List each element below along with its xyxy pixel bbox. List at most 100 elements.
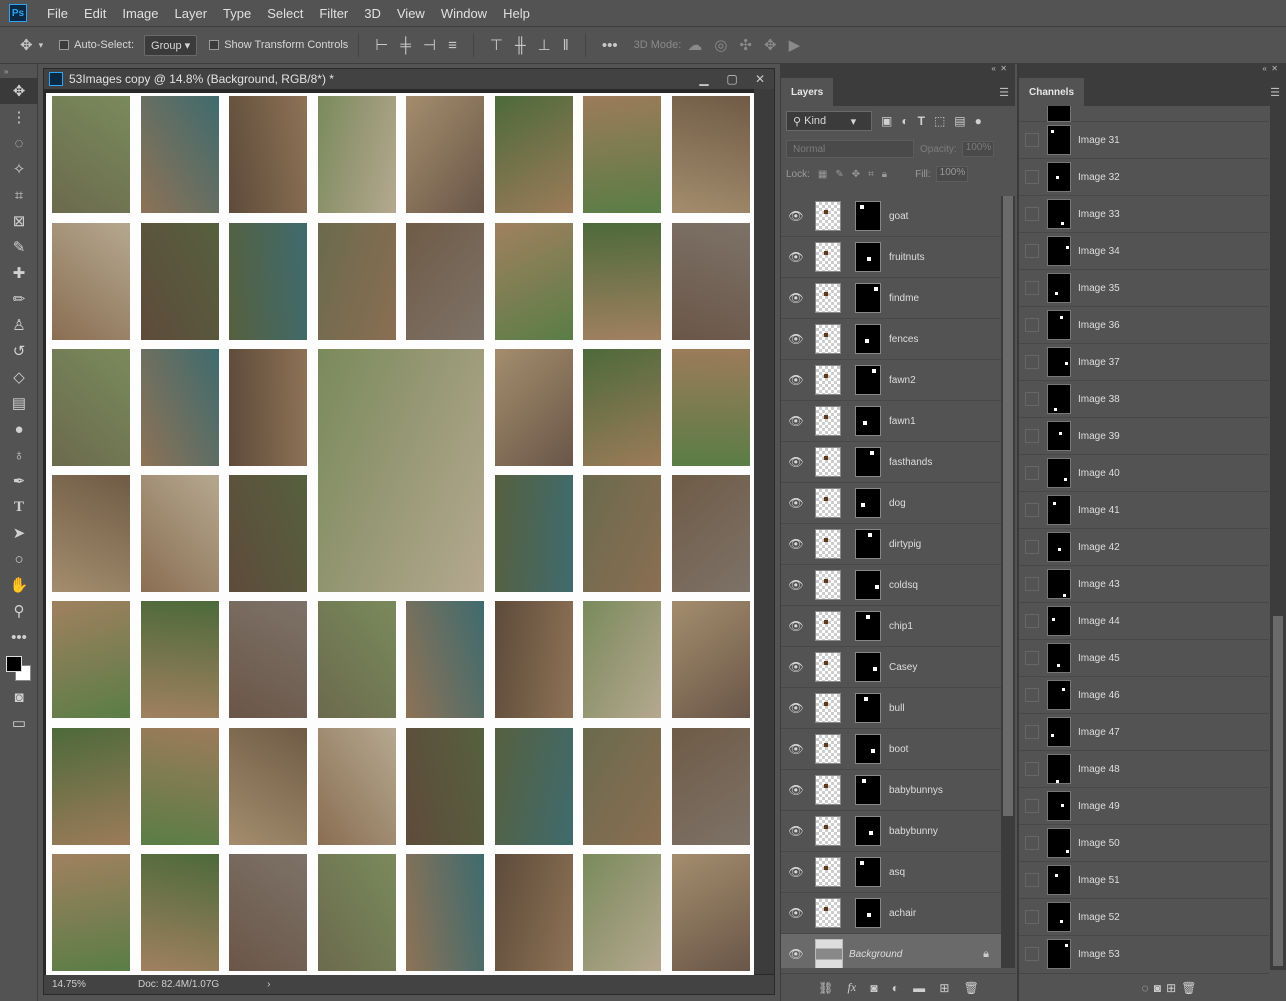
- layer-name[interactable]: babybunnys: [889, 785, 943, 796]
- crop-tool-icon[interactable]: ⌗: [0, 182, 38, 208]
- filter-toggle-icon[interactable]: ●: [975, 114, 982, 128]
- pen-tool-icon[interactable]: ✒: [0, 468, 38, 494]
- eye-icon[interactable]: 👁︎: [781, 496, 811, 510]
- channel-name[interactable]: Image 43: [1078, 579, 1120, 590]
- eye-icon[interactable]: 👁︎: [781, 619, 811, 633]
- visibility-toggle[interactable]: [1025, 170, 1039, 184]
- roll-3d-icon[interactable]: ◎: [714, 36, 727, 54]
- layer-row[interactable]: 👁︎ dirtypig: [781, 524, 1001, 565]
- layer-row[interactable]: 👁︎ dog: [781, 483, 1001, 524]
- history-brush-tool-icon[interactable]: ↺: [0, 338, 38, 364]
- lasso-tool-icon[interactable]: ◌: [0, 130, 38, 156]
- eye-icon[interactable]: 👁︎: [781, 824, 811, 838]
- align-bottom-icon[interactable]: ⊥: [538, 36, 551, 54]
- layer-mask-thumbnail[interactable]: [855, 611, 881, 641]
- path-selection-tool-icon[interactable]: ➤: [0, 520, 38, 546]
- menu-edit[interactable]: Edit: [76, 6, 114, 21]
- layer-row[interactable]: 👁︎ findme: [781, 278, 1001, 319]
- layer-mask-thumbnail[interactable]: [855, 283, 881, 313]
- tab-layers[interactable]: Layers: [781, 78, 834, 106]
- shape-filter-icon[interactable]: ⬚: [934, 114, 945, 128]
- channel-row[interactable]: Image 49: [1019, 788, 1269, 825]
- channel-row[interactable]: Image 35: [1019, 270, 1269, 307]
- move-tool-icon[interactable]: ✥: [20, 36, 33, 54]
- visibility-toggle[interactable]: [1025, 392, 1039, 406]
- lock-pixels-icon[interactable]: ✎: [835, 169, 843, 180]
- channel-row[interactable]: Image 42: [1019, 529, 1269, 566]
- chevron-down-icon[interactable]: ▾: [39, 40, 44, 51]
- menu-help[interactable]: Help: [495, 6, 538, 21]
- layer-name[interactable]: boot: [889, 744, 908, 755]
- eye-icon[interactable]: 👁︎: [781, 701, 811, 715]
- channel-name[interactable]: Image 40: [1078, 468, 1120, 479]
- layer-name[interactable]: Background: [849, 949, 902, 960]
- kind-filter-dropdown[interactable]: ⚲ Kind ▾: [786, 111, 872, 131]
- visibility-toggle[interactable]: [1025, 688, 1039, 702]
- edit-toolbar-icon[interactable]: •••: [0, 624, 38, 650]
- menu-window[interactable]: Window: [433, 6, 495, 21]
- channel-name[interactable]: Image 38: [1078, 394, 1120, 405]
- trash-icon[interactable]: 🗑︎: [1181, 981, 1196, 995]
- layer-mask-thumbnail[interactable]: [855, 447, 881, 477]
- layer-mask-thumbnail[interactable]: [855, 898, 881, 928]
- orbit-3d-icon[interactable]: ☁: [687, 36, 702, 54]
- minimize-icon[interactable]: ▁: [690, 72, 718, 86]
- channel-row[interactable]: Image 43: [1019, 566, 1269, 603]
- menu-image[interactable]: Image: [114, 6, 166, 21]
- channel-name[interactable]: Image 49: [1078, 801, 1120, 812]
- layer-row[interactable]: 👁︎ babybunny: [781, 811, 1001, 852]
- menu-filter[interactable]: Filter: [311, 6, 356, 21]
- collapse-icon[interactable]: « ✕: [781, 64, 1015, 78]
- menu-file[interactable]: File: [39, 6, 76, 21]
- channel-row[interactable]: Image 47: [1019, 714, 1269, 751]
- quick-mask-icon[interactable]: ◙: [0, 684, 38, 710]
- visibility-toggle[interactable]: [1025, 207, 1039, 221]
- gradient-tool-icon[interactable]: ▤: [0, 390, 38, 416]
- layer-mask-thumbnail[interactable]: [855, 734, 881, 764]
- load-selection-icon[interactable]: ◌: [1142, 981, 1149, 995]
- document-tab[interactable]: 53Images copy @ 14.8% (Background, RGB/8…: [44, 69, 774, 89]
- channel-row[interactable]: Image 45: [1019, 640, 1269, 677]
- eye-icon[interactable]: 👁︎: [781, 537, 811, 551]
- clone-stamp-tool-icon[interactable]: ♙: [0, 312, 38, 338]
- new-layer-icon[interactable]: ⊞: [939, 981, 949, 995]
- menu-view[interactable]: View: [389, 6, 433, 21]
- menu-3d[interactable]: 3D: [356, 6, 389, 21]
- layer-mask-thumbnail[interactable]: [855, 775, 881, 805]
- healing-brush-tool-icon[interactable]: ✚: [0, 260, 38, 286]
- layer-mask-thumbnail[interactable]: [855, 406, 881, 436]
- lock-all-icon[interactable]: 🔒︎: [882, 169, 887, 180]
- channel-name[interactable]: Image 53: [1078, 949, 1120, 960]
- eye-icon[interactable]: 👁︎: [781, 578, 811, 592]
- layer-row[interactable]: 👁︎ fruitnuts: [781, 237, 1001, 278]
- hand-tool-icon[interactable]: ✋: [0, 572, 38, 598]
- layer-row[interactable]: 👁︎ coldsq: [781, 565, 1001, 606]
- channel-name[interactable]: Image 42: [1078, 542, 1120, 553]
- layer-name[interactable]: babybunny: [889, 826, 938, 837]
- slide-3d-icon[interactable]: ✥: [764, 36, 777, 54]
- magic-wand-tool-icon[interactable]: ✧: [0, 156, 38, 182]
- distribute-horizontal-icon[interactable]: ≡: [448, 37, 457, 54]
- visibility-toggle[interactable]: [1025, 503, 1039, 517]
- screen-mode-icon[interactable]: ▭: [0, 710, 38, 736]
- document-canvas[interactable]: [46, 93, 754, 976]
- eye-icon[interactable]: 👁︎: [781, 783, 811, 797]
- eye-icon[interactable]: 👁︎: [781, 250, 811, 264]
- eye-icon[interactable]: 👁︎: [781, 332, 811, 346]
- channels-scrollbar[interactable]: [1270, 106, 1286, 970]
- layer-row[interactable]: 👁︎ goat: [781, 196, 1001, 237]
- layer-row[interactable]: 👁︎ achair: [781, 893, 1001, 934]
- layer-mask-thumbnail[interactable]: [855, 652, 881, 682]
- layer-row[interactable]: 👁︎ babybunnys: [781, 770, 1001, 811]
- menu-icon[interactable]: ☰: [999, 86, 1009, 99]
- channel-row[interactable]: Image 40: [1019, 455, 1269, 492]
- visibility-toggle[interactable]: [1025, 281, 1039, 295]
- layer-mask-thumbnail[interactable]: [855, 816, 881, 846]
- type-filter-icon[interactable]: T: [918, 114, 925, 128]
- layer-mask-thumbnail[interactable]: [855, 570, 881, 600]
- layer-row[interactable]: 👁︎ asq: [781, 852, 1001, 893]
- channel-row[interactable]: Image 44: [1019, 603, 1269, 640]
- layer-row[interactable]: 👁︎ boot: [781, 729, 1001, 770]
- visibility-toggle[interactable]: [1025, 614, 1039, 628]
- eye-icon[interactable]: 👁︎: [781, 742, 811, 756]
